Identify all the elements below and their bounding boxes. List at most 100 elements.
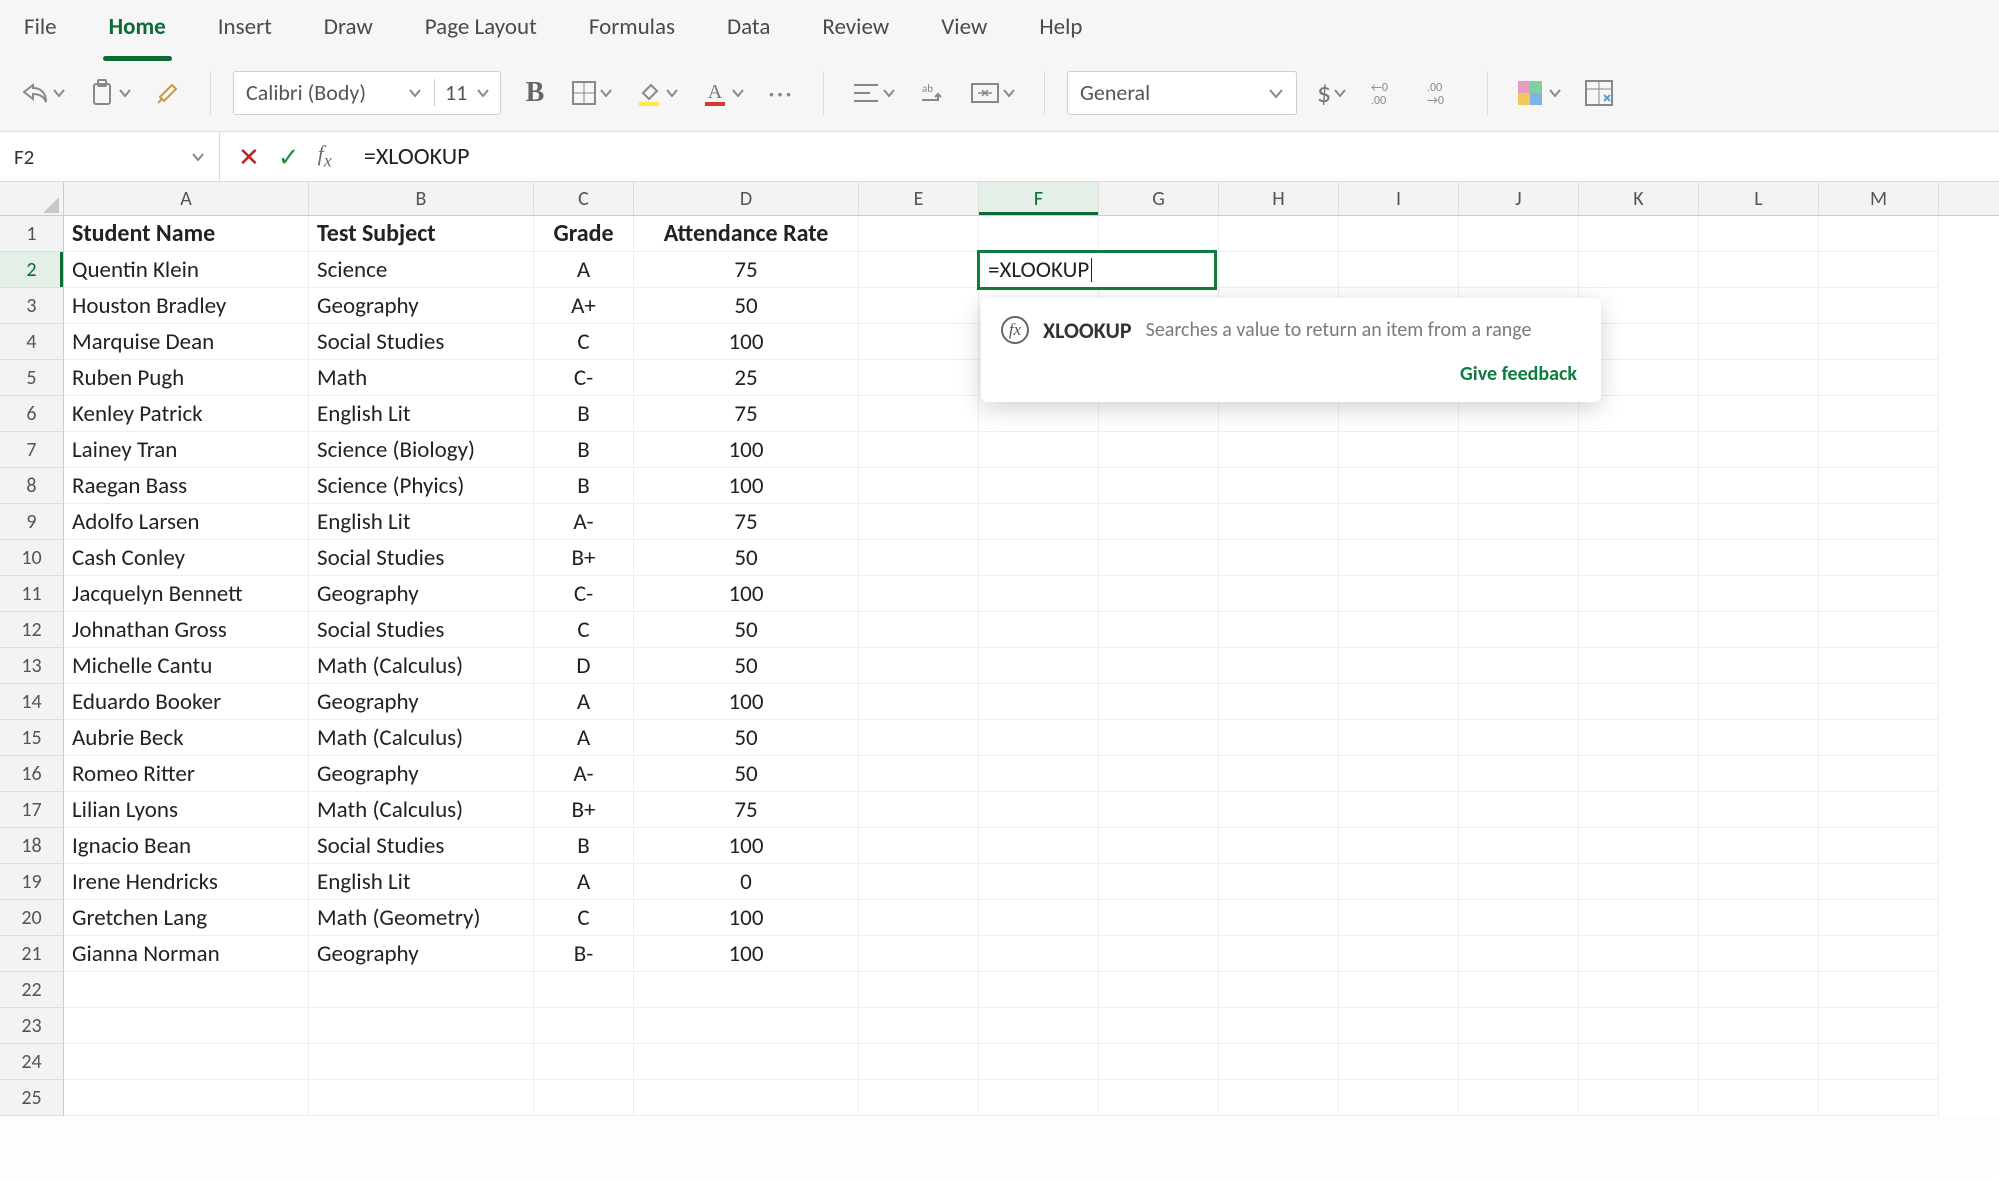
select-all-corner[interactable] (0, 182, 64, 215)
col-header-F[interactable]: F (979, 182, 1099, 215)
cell-G22[interactable] (1099, 972, 1219, 1008)
cell-M1[interactable] (1819, 216, 1939, 252)
cell-D15[interactable]: 50 (634, 720, 859, 756)
cell-K14[interactable] (1579, 684, 1699, 720)
borders-button[interactable] (565, 71, 619, 115)
cell-A5[interactable]: Ruben Pugh (64, 360, 309, 396)
decrease-decimal-button[interactable]: .00→0 (1419, 71, 1465, 115)
cell-L15[interactable] (1699, 720, 1819, 756)
cell-D20[interactable]: 100 (634, 900, 859, 936)
cell-L17[interactable] (1699, 792, 1819, 828)
cell-G13[interactable] (1099, 648, 1219, 684)
cell-H17[interactable] (1219, 792, 1339, 828)
col-header-D[interactable]: D (634, 182, 859, 215)
cell-B4[interactable]: Social Studies (309, 324, 534, 360)
cell-E22[interactable] (859, 972, 979, 1008)
cell-C19[interactable]: A (534, 864, 634, 900)
cell-L21[interactable] (1699, 936, 1819, 972)
cell-L25[interactable] (1699, 1080, 1819, 1116)
cell-C8[interactable]: B (534, 468, 634, 504)
cell-B21[interactable]: Geography (309, 936, 534, 972)
cell-A19[interactable]: Irene Hendricks (64, 864, 309, 900)
cell-A3[interactable]: Houston Bradley (64, 288, 309, 324)
cell-E12[interactable] (859, 612, 979, 648)
col-header-H[interactable]: H (1219, 182, 1339, 215)
cell-A21[interactable]: Gianna Norman (64, 936, 309, 972)
cell-M22[interactable] (1819, 972, 1939, 1008)
cell-E24[interactable] (859, 1044, 979, 1080)
cell-B17[interactable]: Math (Calculus) (309, 792, 534, 828)
cell-K12[interactable] (1579, 612, 1699, 648)
cell-F11[interactable] (979, 576, 1099, 612)
cell-B12[interactable]: Social Studies (309, 612, 534, 648)
cell-I13[interactable] (1339, 648, 1459, 684)
cell-F21[interactable] (979, 936, 1099, 972)
cell-M25[interactable] (1819, 1080, 1939, 1116)
row-header-13[interactable]: 13 (0, 648, 64, 684)
tab-page-layout[interactable]: Page Layout (419, 3, 543, 51)
fx-icon[interactable]: fx (318, 141, 332, 171)
cell-K8[interactable] (1579, 468, 1699, 504)
cell-E13[interactable] (859, 648, 979, 684)
cell-F19[interactable] (979, 864, 1099, 900)
cell-L7[interactable] (1699, 432, 1819, 468)
cell-M5[interactable] (1819, 360, 1939, 396)
cell-H22[interactable] (1219, 972, 1339, 1008)
cell-H11[interactable] (1219, 576, 1339, 612)
cell-A17[interactable]: Lilian Lyons (64, 792, 309, 828)
cell-G14[interactable] (1099, 684, 1219, 720)
cell-L19[interactable] (1699, 864, 1819, 900)
cell-K22[interactable] (1579, 972, 1699, 1008)
cell-F13[interactable] (979, 648, 1099, 684)
cell-I10[interactable] (1339, 540, 1459, 576)
cell-C11[interactable]: C- (534, 576, 634, 612)
cell-D17[interactable]: 75 (634, 792, 859, 828)
cell-C12[interactable]: C (534, 612, 634, 648)
cell-D24[interactable] (634, 1044, 859, 1080)
cell-H25[interactable] (1219, 1080, 1339, 1116)
cell-K23[interactable] (1579, 1008, 1699, 1044)
cell-D11[interactable]: 100 (634, 576, 859, 612)
font-color-button[interactable]: A (695, 71, 751, 115)
cell-E23[interactable] (859, 1008, 979, 1044)
increase-decimal-button[interactable]: ←0.00 (1363, 71, 1409, 115)
cell-B11[interactable]: Geography (309, 576, 534, 612)
cell-F22[interactable] (979, 972, 1099, 1008)
cell-D21[interactable]: 100 (634, 936, 859, 972)
cell-D7[interactable]: 100 (634, 432, 859, 468)
cell-D25[interactable] (634, 1080, 859, 1116)
cell-G15[interactable] (1099, 720, 1219, 756)
cell-J21[interactable] (1459, 936, 1579, 972)
cell-I1[interactable] (1339, 216, 1459, 252)
cell-I8[interactable] (1339, 468, 1459, 504)
cell-M7[interactable] (1819, 432, 1939, 468)
cell-E14[interactable] (859, 684, 979, 720)
cell-H1[interactable] (1219, 216, 1339, 252)
cell-J14[interactable] (1459, 684, 1579, 720)
cell-C1[interactable]: Grade (534, 216, 634, 252)
cell-L24[interactable] (1699, 1044, 1819, 1080)
cell-M2[interactable] (1819, 252, 1939, 288)
cell-I16[interactable] (1339, 756, 1459, 792)
row-header-6[interactable]: 6 (0, 396, 64, 432)
cell-M23[interactable] (1819, 1008, 1939, 1044)
cell-L16[interactable] (1699, 756, 1819, 792)
cell-C10[interactable]: B+ (534, 540, 634, 576)
row-header-17[interactable]: 17 (0, 792, 64, 828)
cell-E3[interactable] (859, 288, 979, 324)
cell-L6[interactable] (1699, 396, 1819, 432)
cell-B18[interactable]: Social Studies (309, 828, 534, 864)
cell-C5[interactable]: C- (534, 360, 634, 396)
cell-B15[interactable]: Math (Calculus) (309, 720, 534, 756)
cell-C25[interactable] (534, 1080, 634, 1116)
cell-F23[interactable] (979, 1008, 1099, 1044)
name-box[interactable]: F2 (0, 132, 220, 181)
conditional-formatting-button[interactable] (1510, 71, 1568, 115)
cell-J2[interactable] (1459, 252, 1579, 288)
cell-D14[interactable]: 100 (634, 684, 859, 720)
cancel-edit-button[interactable]: ✕ (238, 141, 260, 173)
cell-B24[interactable] (309, 1044, 534, 1080)
cell-D8[interactable]: 100 (634, 468, 859, 504)
cell-C24[interactable] (534, 1044, 634, 1080)
cell-E2[interactable] (859, 252, 979, 288)
